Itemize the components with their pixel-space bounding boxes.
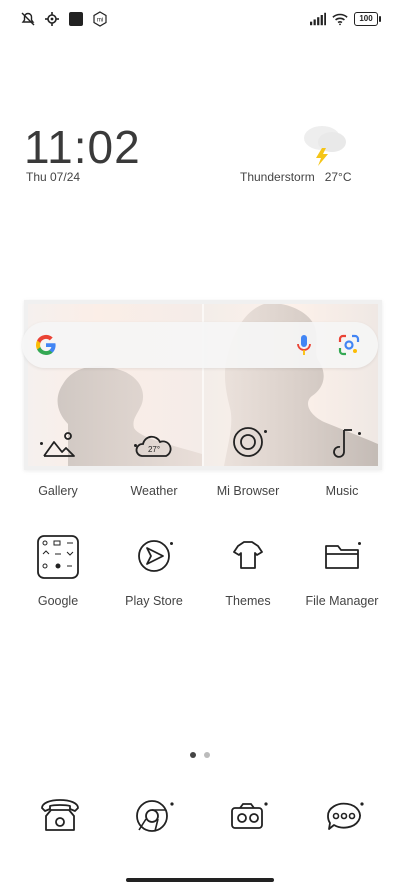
app-google-folder[interactable]: Google xyxy=(10,534,106,608)
weather-app-icon: 27° xyxy=(130,424,178,472)
app-mi-browser[interactable]: Mi Browser xyxy=(200,424,296,498)
messages-icon xyxy=(327,802,364,830)
page-dot-active xyxy=(190,752,196,758)
google-lens-icon[interactable] xyxy=(338,334,360,356)
app-themes[interactable]: Themes xyxy=(200,534,296,608)
file-manager-icon xyxy=(318,534,366,582)
app-label: Themes xyxy=(225,594,271,608)
thunderstorm-icon[interactable] xyxy=(296,118,350,168)
clock-date[interactable]: Thu 07/24 xyxy=(26,170,80,184)
weather-condition: Thunderstorm xyxy=(240,170,315,184)
music-icon xyxy=(318,424,366,472)
dock-messages[interactable] xyxy=(322,796,370,836)
app-label: Play Store xyxy=(125,594,183,608)
settings-icon xyxy=(44,11,60,27)
themes-icon xyxy=(224,534,272,582)
voice-search-icon[interactable] xyxy=(296,333,312,357)
app-label: Gallery xyxy=(38,484,78,498)
status-bar: mi 100 xyxy=(0,0,400,38)
google-folder-icon xyxy=(34,534,82,582)
dock-phone[interactable] xyxy=(36,796,84,836)
dock-chrome[interactable] xyxy=(130,796,178,836)
signal-icon xyxy=(310,11,326,27)
svg-text:27°: 27° xyxy=(148,445,160,454)
app-music[interactable]: Music xyxy=(294,424,390,498)
app-label: Mi Browser xyxy=(216,484,280,498)
page-dot xyxy=(204,752,210,758)
google-logo-icon xyxy=(34,333,58,357)
browser-icon xyxy=(224,424,272,472)
app-label: Music xyxy=(325,484,359,498)
play-store-icon xyxy=(130,534,178,582)
gesture-navigation-bar[interactable] xyxy=(126,878,274,882)
chrome-icon xyxy=(136,800,174,832)
app-label: Google xyxy=(37,594,79,608)
mi-icon: mi xyxy=(92,11,108,27)
battery-indicator: 100 xyxy=(354,12,381,26)
app-label: File Manager xyxy=(305,594,379,608)
dock-camera[interactable] xyxy=(226,796,274,836)
app-file-manager[interactable]: File Manager xyxy=(294,534,390,608)
gallery-icon xyxy=(34,424,82,472)
clock-time[interactable]: 11:02 xyxy=(24,120,141,174)
phone-icon xyxy=(41,799,79,831)
google-search-bar[interactable] xyxy=(22,322,378,368)
app-gallery[interactable]: Gallery xyxy=(10,424,106,498)
weather-summary[interactable]: Thunderstorm 27°C xyxy=(240,170,362,184)
app-weather[interactable]: 27° Weather xyxy=(106,424,202,498)
weather-temperature: 27°C xyxy=(324,170,352,184)
page-indicator[interactable] xyxy=(190,752,210,758)
square-icon xyxy=(68,11,84,27)
svg-text:mi: mi xyxy=(97,18,103,24)
app-label: Weather xyxy=(130,484,178,498)
app-play-store[interactable]: Play Store xyxy=(106,534,202,608)
camera-icon xyxy=(231,802,268,829)
wifi-icon xyxy=(332,11,348,27)
muted-icon xyxy=(20,11,36,27)
